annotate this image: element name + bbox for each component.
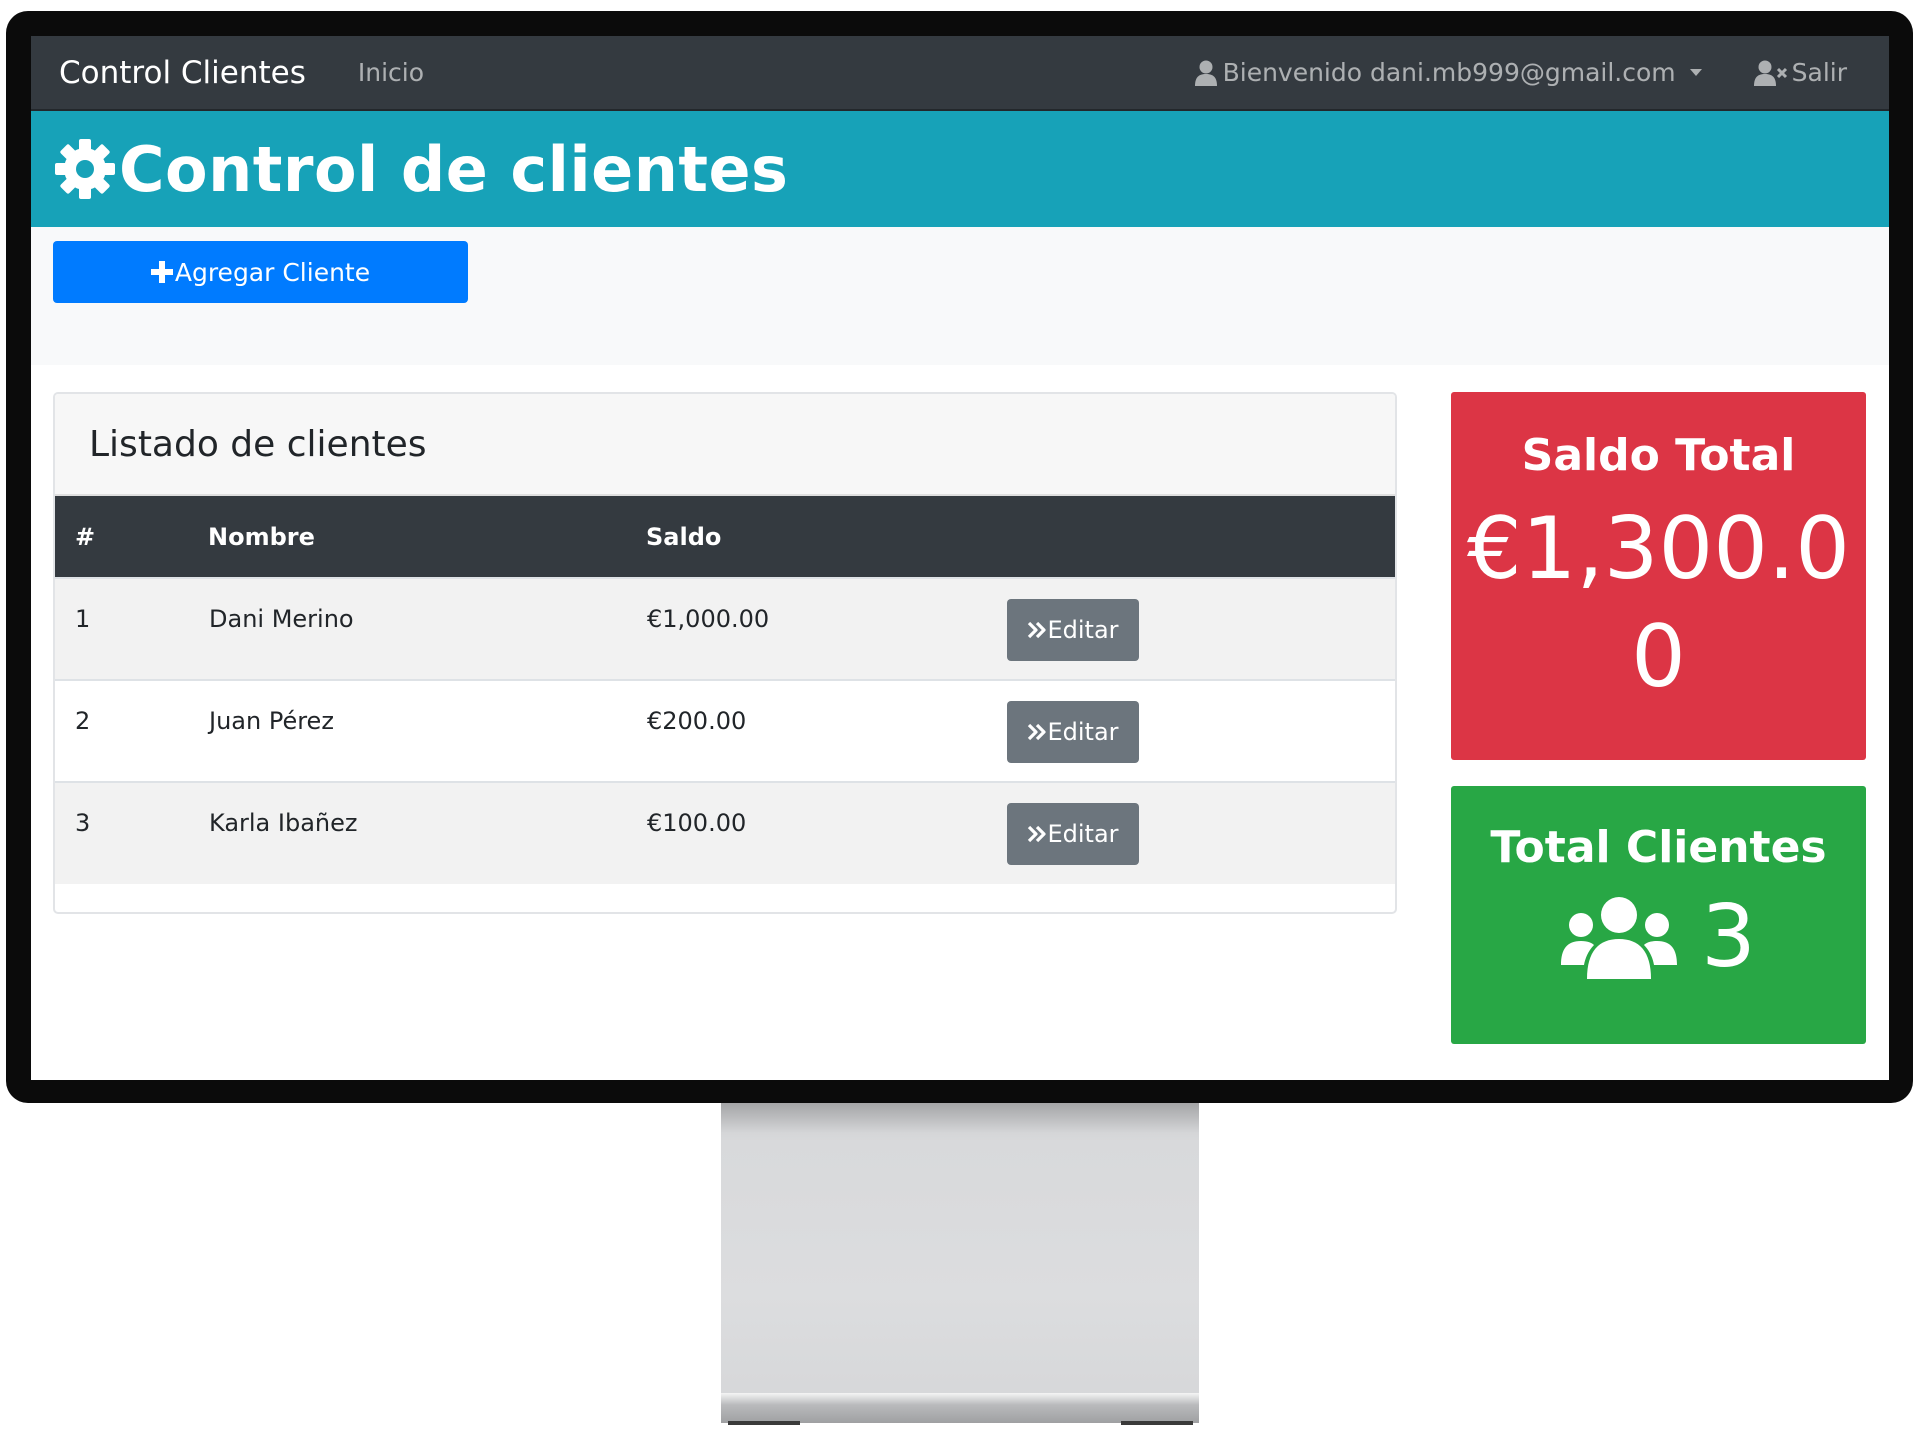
angle-double-right-icon bbox=[1028, 825, 1047, 843]
cell-balance: €200.00 bbox=[647, 707, 747, 735]
add-client-label: Agregar Cliente bbox=[174, 257, 371, 287]
cell-actions: Editar bbox=[1006, 578, 1395, 680]
monitor-mockup: Control Clientes Inicio Bienvenido dani.… bbox=[0, 0, 1920, 1440]
page-header: Control de clientes bbox=[31, 111, 1889, 227]
logout-link[interactable]: Salir bbox=[1753, 58, 1847, 87]
cell-name: Karla Ibañez bbox=[209, 809, 358, 837]
balance-total-title: Saldo Total bbox=[1521, 430, 1796, 481]
chevron-down-icon bbox=[1689, 69, 1702, 76]
cell-balance: €1,000.00 bbox=[647, 605, 770, 633]
stand-foot-edge-left bbox=[728, 1421, 800, 1425]
monitor-stand-foot bbox=[721, 1393, 1199, 1423]
balance-total-value: €1,300.00 bbox=[1467, 499, 1850, 707]
plus-icon bbox=[150, 261, 173, 283]
users-icon bbox=[1561, 897, 1678, 979]
user-dropdown[interactable]: Bienvenido dani.mb999@gmail.com bbox=[1194, 58, 1702, 87]
table-header-row: # Nombre Saldo bbox=[55, 496, 1395, 578]
welcome-text: Bienvenido dani.mb999@gmail.com bbox=[1222, 58, 1676, 87]
user-icon bbox=[1194, 60, 1217, 86]
table-row: 1 Dani Merino €1,000.00 Editar bbox=[55, 578, 1395, 680]
nav-right: Bienvenido dani.mb999@gmail.com Salir bbox=[1194, 58, 1889, 87]
stand-shadow bbox=[721, 1103, 1199, 1133]
card-title: Listado de clientes bbox=[89, 423, 427, 465]
total-clients-card: Total Clientes 3 bbox=[1451, 786, 1866, 1044]
column-header-number: # bbox=[75, 522, 96, 551]
edit-label: Editar bbox=[1047, 616, 1119, 644]
user-times-icon bbox=[1753, 60, 1787, 86]
client-list-card: Listado de clientes # Nombre Saldo 1 Dan… bbox=[53, 392, 1397, 914]
cell-number: 3 bbox=[75, 809, 91, 837]
clients-table: # Nombre Saldo 1 Dani Merino €1,000.00 E… bbox=[55, 496, 1395, 884]
card-header: Listado de clientes bbox=[55, 394, 1395, 496]
column-header-name: Nombre bbox=[208, 522, 315, 551]
logout-label: Salir bbox=[1791, 58, 1847, 87]
edit-label: Editar bbox=[1047, 820, 1119, 848]
angle-double-right-icon bbox=[1028, 621, 1047, 639]
nav-home-link[interactable]: Inicio bbox=[358, 58, 424, 87]
app-screen: Control Clientes Inicio Bienvenido dani.… bbox=[31, 36, 1889, 1080]
edit-label: Editar bbox=[1047, 718, 1119, 746]
brand-link[interactable]: Control Clientes bbox=[59, 55, 306, 91]
top-navbar: Control Clientes Inicio Bienvenido dani.… bbox=[31, 36, 1889, 111]
total-clients-title: Total Clientes bbox=[1490, 822, 1827, 873]
edit-button[interactable]: Editar bbox=[1007, 803, 1139, 865]
cell-name: Juan Pérez bbox=[209, 707, 334, 735]
table-row: 2 Juan Pérez €200.00 Editar bbox=[55, 680, 1395, 782]
column-header-actions bbox=[1006, 496, 1395, 578]
total-clients-count: 3 bbox=[1701, 887, 1756, 987]
cell-actions: Editar bbox=[1006, 680, 1395, 782]
page-title: Control de clientes bbox=[119, 132, 789, 206]
cell-name: Dani Merino bbox=[209, 605, 354, 633]
cell-balance: €100.00 bbox=[647, 809, 747, 837]
stand-foot-edge-right bbox=[1121, 1421, 1193, 1425]
cell-actions: Editar bbox=[1006, 782, 1395, 884]
balance-total-card: Saldo Total €1,300.00 bbox=[1451, 392, 1866, 760]
table-row: 3 Karla Ibañez €100.00 Editar bbox=[55, 782, 1395, 884]
edit-button[interactable]: Editar bbox=[1007, 701, 1139, 763]
column-header-balance: Saldo bbox=[646, 522, 722, 551]
add-client-button[interactable]: Agregar Cliente bbox=[53, 241, 468, 303]
monitor-bezel: Control Clientes Inicio Bienvenido dani.… bbox=[6, 11, 1913, 1103]
cell-number: 1 bbox=[75, 605, 91, 633]
angle-double-right-icon bbox=[1028, 723, 1047, 741]
gear-icon bbox=[55, 139, 115, 199]
monitor-stand bbox=[721, 1103, 1199, 1423]
edit-button[interactable]: Editar bbox=[1007, 599, 1139, 661]
total-clients-count-row: 3 bbox=[1451, 887, 1866, 987]
cell-number: 2 bbox=[75, 707, 91, 735]
